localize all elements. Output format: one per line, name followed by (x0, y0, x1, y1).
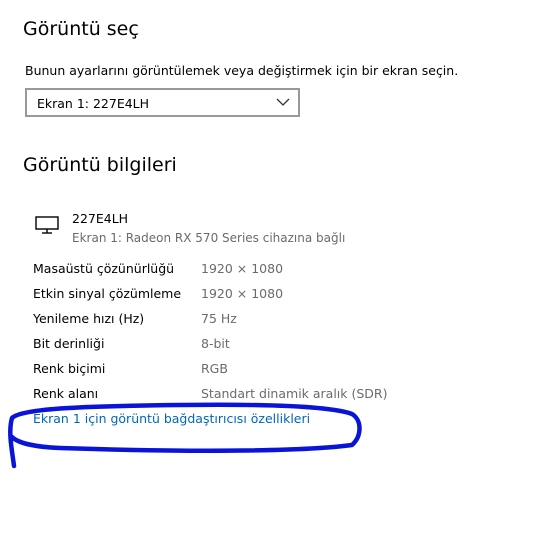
select-display-instruction: Bunun ayarlarını görüntülemek veya değiş… (25, 63, 459, 78)
property-value: 1920 × 1080 (201, 286, 284, 301)
property-row: Yenileme hızı (Hz) 75 Hz (33, 311, 453, 331)
property-label: Renk alanı (33, 386, 99, 401)
property-label: Yenileme hızı (Hz) (33, 311, 145, 326)
property-row: Renk alanı Standart dinamik aralık (SDR) (33, 386, 453, 406)
property-value: 1920 × 1080 (201, 261, 284, 276)
property-row: Bit derinliği 8-bit (33, 336, 453, 356)
property-label: Bit derinliği (33, 336, 105, 351)
property-value: RGB (201, 361, 228, 376)
property-row: Renk biçimi RGB (33, 361, 453, 381)
monitor-icon (35, 216, 59, 234)
select-display-title: Görüntü seç (23, 18, 139, 40)
adapter-properties-link[interactable]: Ekran 1 için görüntü bağdaştırıcısı özel… (33, 411, 310, 426)
property-row: Etkin sinyal çözümleme 1920 × 1080 (33, 286, 453, 306)
monitor-name: 227E4LH (72, 211, 129, 226)
property-value: Standart dinamik aralık (SDR) (201, 386, 388, 401)
property-label: Renk biçimi (33, 361, 106, 376)
property-value: 8-bit (201, 336, 230, 351)
property-value: 75 Hz (201, 311, 237, 326)
property-row: Masaüstü çözünürlüğü 1920 × 1080 (33, 261, 453, 281)
chevron-down-icon (276, 98, 290, 106)
property-label: Etkin sinyal çözümleme (33, 286, 182, 301)
display-dropdown-value: Ekran 1: 227E4LH (37, 96, 150, 111)
display-dropdown[interactable]: Ekran 1: 227E4LH (25, 88, 300, 117)
display-info-title: Görüntü bilgileri (23, 154, 177, 176)
property-label: Masaüstü çözünürlüğü (33, 261, 175, 276)
monitor-subtitle: Ekran 1: Radeon RX 570 Series cihazına b… (72, 231, 346, 245)
